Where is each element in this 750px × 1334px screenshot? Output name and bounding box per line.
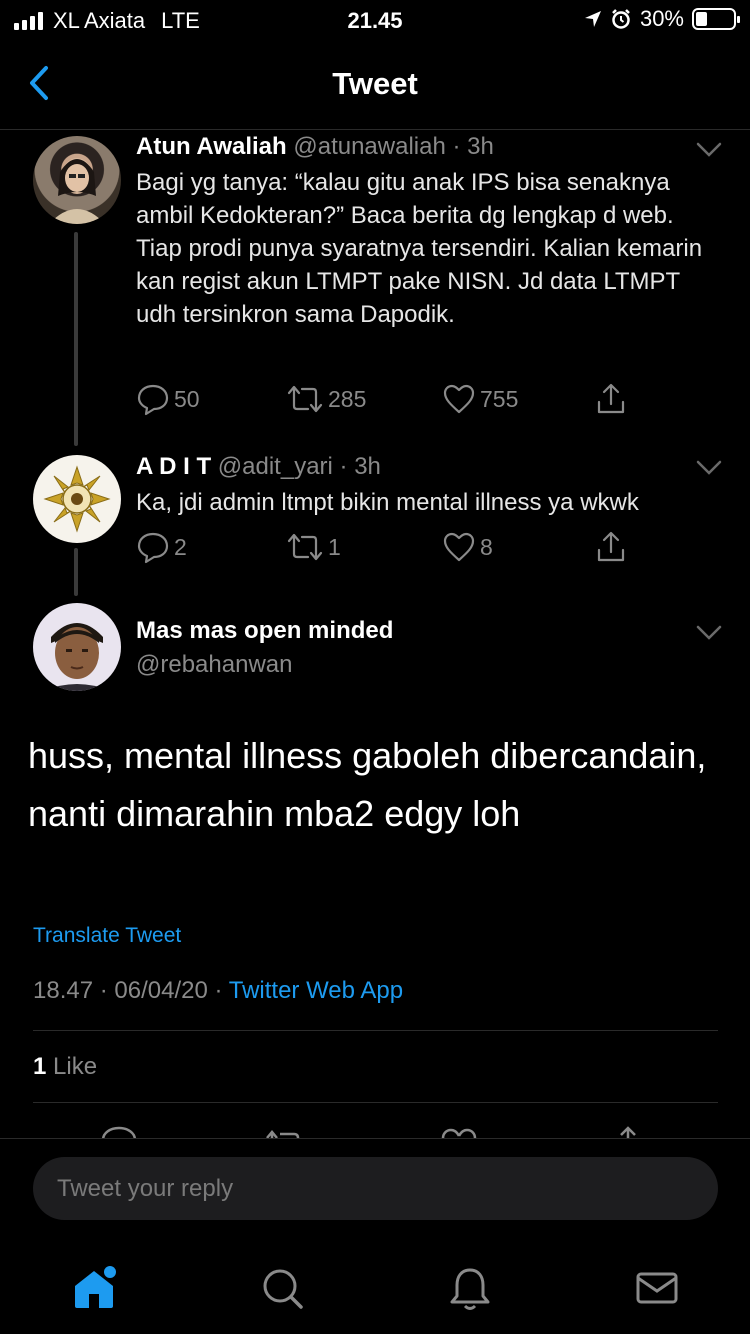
- like-button[interactable]: 755: [442, 382, 518, 416]
- share-button[interactable]: [594, 530, 628, 564]
- retweet-button[interactable]: 1: [286, 530, 341, 564]
- battery-level: [696, 12, 707, 26]
- separator: ·: [339, 453, 348, 480]
- reply-count: 2: [174, 533, 187, 560]
- main-avatar[interactable]: [33, 603, 121, 691]
- tweet-age: 3h: [354, 453, 381, 480]
- likes-summary[interactable]: 1 Like: [33, 1053, 97, 1081]
- thread-tweet-1[interactable]: Atun Awaliah @atunawaliah · 3h Bagi yg t…: [0, 130, 750, 450]
- likes-label: Like: [53, 1053, 98, 1080]
- alarm-icon: [612, 9, 630, 29]
- tweet-meta: 18.47 · 06/04/20 · Twitter Web App: [33, 977, 403, 1005]
- separator: ·: [214, 977, 223, 1004]
- home-icon[interactable]: [70, 1264, 118, 1312]
- status-bar: XL Axiata LTE 21.45 30%: [0, 0, 750, 40]
- battery-icon: [692, 8, 740, 30]
- tweet-actions: 2 1 8: [136, 530, 650, 564]
- battery-percent: 30%: [639, 6, 684, 31]
- reply-input[interactable]: Tweet your reply: [33, 1157, 718, 1220]
- retweet-count: 1: [328, 533, 341, 560]
- tweet-actions: 50 285 755: [136, 382, 650, 416]
- tweet-header: A D I T @adit_yari · 3h: [136, 453, 381, 481]
- share-icon: [597, 383, 625, 414]
- retweet-icon: [287, 385, 323, 413]
- status-right: 30%: [584, 6, 740, 32]
- chevron-down-icon[interactable]: [696, 625, 722, 641]
- tab-bar: [0, 1248, 750, 1334]
- avatar[interactable]: [33, 455, 121, 543]
- tweet-age: 3h: [467, 133, 494, 160]
- nav-bar: Tweet: [0, 40, 750, 130]
- share-button[interactable]: [594, 382, 628, 416]
- divider: [33, 1102, 718, 1103]
- reply-icon: [137, 384, 169, 416]
- thread-line: [74, 232, 78, 446]
- reply-button[interactable]: 2: [136, 530, 187, 564]
- notifications-icon[interactable]: [446, 1264, 494, 1312]
- thread-line: [74, 548, 78, 596]
- main-author-handle[interactable]: @rebahanwan: [136, 651, 292, 679]
- author-handle[interactable]: @atunawaliah: [293, 133, 445, 160]
- main-tweet-actions: [0, 1122, 750, 1139]
- heart-icon: [443, 532, 475, 562]
- tweet-header: Atun Awaliah @atunawaliah · 3h: [136, 133, 494, 161]
- retweet-button[interactable]: 285: [286, 382, 366, 416]
- avatar[interactable]: [33, 136, 121, 224]
- reply-icon: [137, 532, 169, 564]
- reply-placeholder: Tweet your reply: [57, 1175, 234, 1202]
- thread-tweet-2[interactable]: A D I T @adit_yari · 3h Ka, jdi admin lt…: [0, 450, 750, 600]
- share-icon: [597, 531, 625, 562]
- messages-icon[interactable]: [633, 1264, 681, 1312]
- location-arrow-icon: [584, 11, 601, 27]
- separator: ·: [99, 977, 108, 1004]
- author-handle[interactable]: @adit_yari: [218, 453, 333, 480]
- tweet-text: Bagi yg tanya: “kalau gitu anak IPS bisa…: [136, 169, 703, 328]
- author-name[interactable]: Atun Awaliah: [136, 133, 287, 160]
- main-author-name[interactable]: Mas mas open minded: [136, 617, 393, 645]
- heart-icon: [443, 384, 475, 414]
- like-count: 755: [480, 385, 519, 412]
- like-count: 8: [480, 533, 493, 560]
- separator: ·: [452, 133, 461, 160]
- tweet-text: Ka, jdi admin ltmpt bikin mental illness…: [136, 489, 639, 516]
- author-name[interactable]: A D I T: [136, 453, 211, 480]
- reply-bar: Tweet your reply: [0, 1138, 750, 1248]
- like-button[interactable]: 8: [442, 530, 493, 564]
- chevron-down-icon[interactable]: [696, 142, 722, 158]
- retweet-count: 285: [328, 385, 367, 412]
- reply-button[interactable]: 50: [136, 382, 200, 416]
- translate-tweet-link[interactable]: Translate Tweet: [33, 924, 181, 948]
- tweet-source-link[interactable]: Twitter Web App: [229, 977, 403, 1004]
- main-tweet-text: huss, mental illness gaboleh dibercandai…: [28, 735, 707, 834]
- tweet-time: 18.47: [33, 977, 94, 1004]
- page-title: Tweet: [332, 66, 418, 101]
- search-icon[interactable]: [258, 1264, 306, 1312]
- likes-count: 1: [33, 1053, 47, 1080]
- divider: [33, 1030, 718, 1031]
- tweet-date: 06/04/20: [114, 977, 208, 1004]
- retweet-icon: [287, 533, 323, 561]
- chevron-down-icon[interactable]: [696, 460, 722, 476]
- share-icon[interactable]: [614, 1124, 642, 1139]
- reply-count: 50: [174, 385, 200, 412]
